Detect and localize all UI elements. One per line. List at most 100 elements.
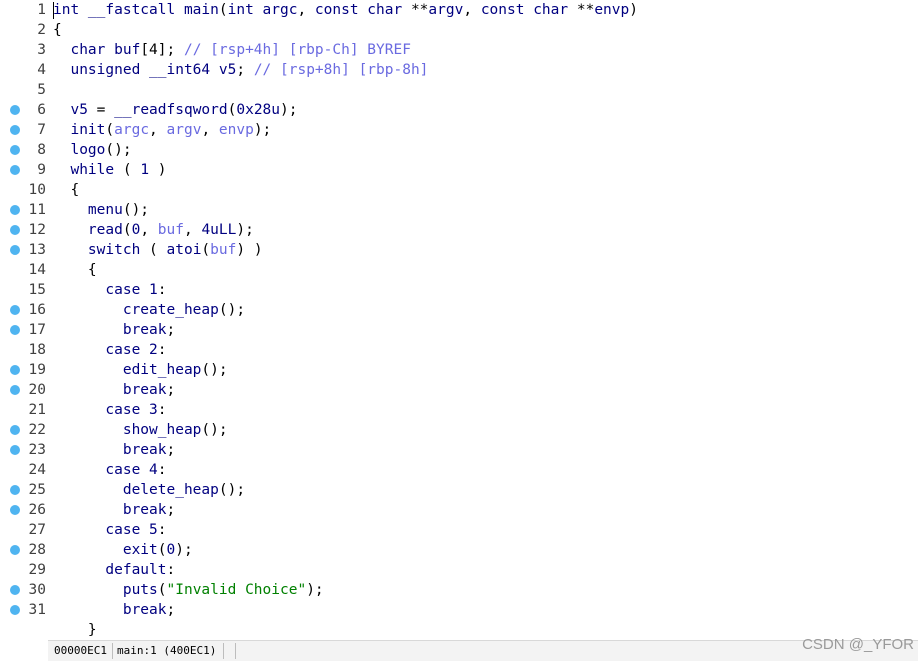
code-line[interactable]: 29 default: xyxy=(0,560,918,580)
line-code-text[interactable]: { xyxy=(53,20,62,40)
code-token: ) ) xyxy=(236,242,263,258)
line-code-text[interactable]: logo(); xyxy=(53,140,131,160)
line-code-text[interactable]: while ( 1 ) xyxy=(53,160,166,180)
line-code-text[interactable]: int __fastcall main(int argc, const char… xyxy=(53,0,638,20)
code-line[interactable]: 30 puts("Invalid Choice"); xyxy=(0,580,918,600)
code-token: puts xyxy=(53,582,158,598)
code-line[interactable]: 1 int __fastcall main(int argc, const cha… xyxy=(0,0,918,20)
code-line[interactable]: 25 delete_heap(); xyxy=(0,480,918,500)
breakpoint-dot-icon[interactable] xyxy=(10,485,20,495)
code-token: menu xyxy=(53,202,123,218)
line-code-text[interactable]: menu(); xyxy=(53,200,149,220)
status-divider xyxy=(235,643,236,659)
line-code-text[interactable]: case 4: xyxy=(53,460,166,480)
breakpoint-dot-icon[interactable] xyxy=(10,585,20,595)
code-line[interactable]: 12 read(0, buf, 4uLL); xyxy=(0,220,918,240)
breakpoint-dot-icon[interactable] xyxy=(10,165,20,175)
line-code-text[interactable]: { xyxy=(53,260,97,280)
code-line[interactable]: 23 break; xyxy=(0,440,918,460)
code-line[interactable]: 26 break; xyxy=(0,500,918,520)
line-code-text[interactable]: init(argc, argv, envp); xyxy=(53,120,271,140)
code-line[interactable]: 8 logo(); xyxy=(0,140,918,160)
code-line[interactable]: 19 edit_heap(); xyxy=(0,360,918,380)
line-code-text[interactable]: edit_heap(); xyxy=(53,360,228,380)
breakpoint-dot-icon[interactable] xyxy=(10,245,20,255)
line-code-text[interactable]: break; xyxy=(53,440,175,460)
code-line[interactable]: 3 char buf[4]; // [rsp+4h] [rbp-Ch] BYRE… xyxy=(0,40,918,60)
breakpoint-dot-icon[interactable] xyxy=(10,225,20,235)
code-line[interactable]: 11 menu(); xyxy=(0,200,918,220)
code-token: exit xyxy=(53,542,158,558)
code-line[interactable]: 9 while ( 1 ) xyxy=(0,160,918,180)
breakpoint-dot-icon[interactable] xyxy=(10,445,20,455)
line-code-text[interactable]: case 2: xyxy=(53,340,166,360)
line-number: 12 xyxy=(28,222,46,238)
line-code-text[interactable]: delete_heap(); xyxy=(53,480,245,500)
code-token: , xyxy=(149,122,167,138)
code-line[interactable]: 10 { xyxy=(0,180,918,200)
breakpoint-dot-icon[interactable] xyxy=(10,125,20,135)
code-line[interactable]: 5 xyxy=(0,80,918,100)
breakpoint-dot-icon[interactable] xyxy=(10,325,20,335)
code-token: 5 xyxy=(149,522,158,538)
line-code-text[interactable]: break; xyxy=(53,380,175,400)
breakpoint-dot-icon[interactable] xyxy=(10,145,20,155)
line-code-text[interactable]: break; xyxy=(53,600,175,620)
line-code-text[interactable]: } xyxy=(53,620,97,640)
line-code-text[interactable]: default: xyxy=(53,560,175,580)
code-line[interactable]: 27 case 5: xyxy=(0,520,918,540)
line-code-text[interactable]: v5 = __readfsqword(0x28u); xyxy=(53,100,297,120)
code-line[interactable]: 28 exit(0); xyxy=(0,540,918,560)
code-line[interactable]: 7 init(argc, argv, envp); xyxy=(0,120,918,140)
code-line[interactable]: 24 case 4: xyxy=(0,460,918,480)
code-line[interactable]: 14 { xyxy=(0,260,918,280)
breakpoint-dot-icon[interactable] xyxy=(10,385,20,395)
code-line[interactable]: 18 case 2: xyxy=(0,340,918,360)
line-code-text[interactable]: exit(0); xyxy=(53,540,193,560)
code-line[interactable]: 6 v5 = __readfsqword(0x28u); xyxy=(0,100,918,120)
code-token: read xyxy=(53,222,123,238)
code-line[interactable]: 22 show_heap(); xyxy=(0,420,918,440)
line-number: 11 xyxy=(28,202,46,218)
line-code-text[interactable]: break; xyxy=(53,320,175,340)
line-number: 29 xyxy=(28,562,46,578)
code-line[interactable]: 17 break; xyxy=(0,320,918,340)
line-code-text[interactable]: create_heap(); xyxy=(53,300,245,320)
line-code-text[interactable]: case 1: xyxy=(53,280,166,300)
breakpoint-dot-icon[interactable] xyxy=(10,305,20,315)
line-number: 27 xyxy=(28,522,46,538)
breakpoint-dot-icon[interactable] xyxy=(10,105,20,115)
line-code-text[interactable]: { xyxy=(53,180,79,200)
line-code-text[interactable]: case 3: xyxy=(53,400,166,420)
line-code-text[interactable]: puts("Invalid Choice"); xyxy=(53,580,324,600)
code-line[interactable]: 20 break; xyxy=(0,380,918,400)
code-line[interactable]: 15 case 1: xyxy=(0,280,918,300)
code-line[interactable]: 31 break; xyxy=(0,600,918,620)
breakpoint-dot-icon[interactable] xyxy=(10,365,20,375)
code-line[interactable]: 2{ xyxy=(0,20,918,40)
code-line[interactable]: 16 create_heap(); xyxy=(0,300,918,320)
line-code-text[interactable]: break; xyxy=(53,500,175,520)
line-code-text[interactable]: case 5: xyxy=(53,520,166,540)
code-token: init xyxy=(53,122,106,138)
code-token: argv xyxy=(428,2,464,18)
code-token: break xyxy=(53,322,167,338)
code-line[interactable]: } xyxy=(0,620,918,640)
line-code-text[interactable]: switch ( atoi(buf) ) xyxy=(53,240,263,260)
breakpoint-dot-icon[interactable] xyxy=(10,605,20,615)
breakpoint-dot-icon[interactable] xyxy=(10,425,20,435)
code-token: case xyxy=(53,342,150,358)
breakpoint-dot-icon[interactable] xyxy=(10,205,20,215)
line-number: 14 xyxy=(28,262,46,278)
line-code-text[interactable]: char buf[4]; // [rsp+4h] [rbp-Ch] BYREF xyxy=(53,40,411,60)
code-line[interactable]: 21 case 3: xyxy=(0,400,918,420)
code-line[interactable]: 4 unsigned __int64 v5; // [rsp+8h] [rbp-… xyxy=(0,60,918,80)
code-line[interactable]: 13 switch ( atoi(buf) ) xyxy=(0,240,918,260)
pseudocode-view[interactable]: 1 int __fastcall main(int argc, const cha… xyxy=(0,0,918,640)
code-token: "Invalid Choice" xyxy=(166,582,307,598)
line-code-text[interactable]: read(0, buf, 4uLL); xyxy=(53,220,254,240)
breakpoint-dot-icon[interactable] xyxy=(10,505,20,515)
line-code-text[interactable]: show_heap(); xyxy=(53,420,228,440)
breakpoint-dot-icon[interactable] xyxy=(10,545,20,555)
line-code-text[interactable]: unsigned __int64 v5; // [rsp+8h] [rbp-8h… xyxy=(53,60,428,80)
